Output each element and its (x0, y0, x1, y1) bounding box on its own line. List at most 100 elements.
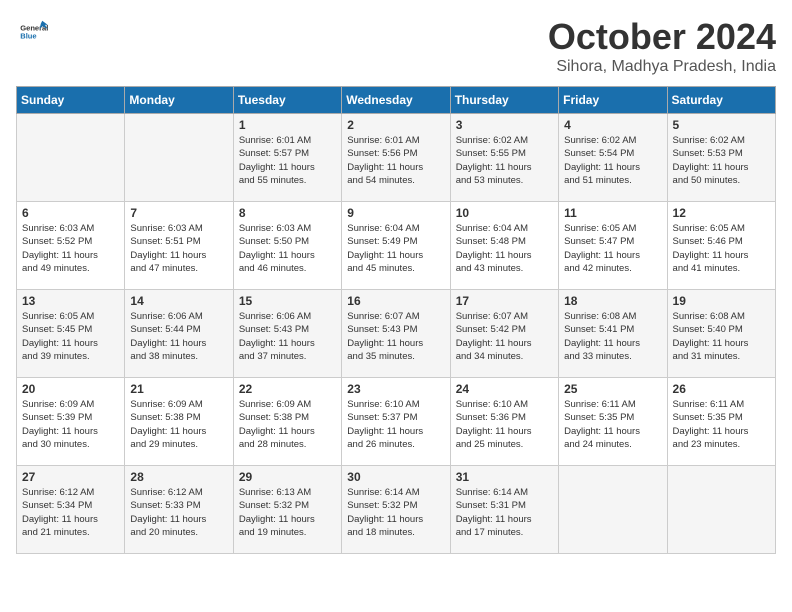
day-number: 6 (22, 206, 119, 220)
day-info: Sunrise: 6:09 AM Sunset: 5:39 PM Dayligh… (22, 398, 119, 451)
title-block: October 2024 Sihora, Madhya Pradesh, Ind… (548, 16, 776, 76)
day-number: 19 (673, 294, 770, 308)
calendar-table: Sunday Monday Tuesday Wednesday Thursday… (16, 86, 776, 554)
day-info: Sunrise: 6:04 AM Sunset: 5:48 PM Dayligh… (456, 222, 553, 275)
day-info: Sunrise: 6:09 AM Sunset: 5:38 PM Dayligh… (130, 398, 227, 451)
day-number: 11 (564, 206, 661, 220)
cell-week2-day5: 11 Sunrise: 6:05 AM Sunset: 5:47 PM Dayli… (559, 202, 667, 290)
day-number: 8 (239, 206, 336, 220)
col-thursday: Thursday (450, 87, 558, 114)
cell-week5-day1: 28 Sunrise: 6:12 AM Sunset: 5:33 PM Dayli… (125, 466, 233, 554)
cell-week4-day2: 22 Sunrise: 6:09 AM Sunset: 5:38 PM Dayli… (233, 378, 341, 466)
cell-week4-day5: 25 Sunrise: 6:11 AM Sunset: 5:35 PM Dayli… (559, 378, 667, 466)
day-info: Sunrise: 6:02 AM Sunset: 5:53 PM Dayligh… (673, 134, 770, 187)
cell-week1-day1 (125, 114, 233, 202)
day-number: 4 (564, 118, 661, 132)
day-number: 17 (456, 294, 553, 308)
day-number: 13 (22, 294, 119, 308)
day-number: 28 (130, 470, 227, 484)
day-info: Sunrise: 6:08 AM Sunset: 5:40 PM Dayligh… (673, 310, 770, 363)
day-info: Sunrise: 6:14 AM Sunset: 5:32 PM Dayligh… (347, 486, 444, 539)
cell-week2-day4: 10 Sunrise: 6:04 AM Sunset: 5:48 PM Dayli… (450, 202, 558, 290)
cell-week3-day6: 19 Sunrise: 6:08 AM Sunset: 5:40 PM Dayli… (667, 290, 775, 378)
day-info: Sunrise: 6:11 AM Sunset: 5:35 PM Dayligh… (564, 398, 661, 451)
cell-week4-day1: 21 Sunrise: 6:09 AM Sunset: 5:38 PM Dayli… (125, 378, 233, 466)
day-info: Sunrise: 6:06 AM Sunset: 5:44 PM Dayligh… (130, 310, 227, 363)
day-info: Sunrise: 6:12 AM Sunset: 5:34 PM Dayligh… (22, 486, 119, 539)
day-number: 12 (673, 206, 770, 220)
cell-week1-day4: 3Sunrise: 6:02 AM Sunset: 5:55 PM Daylig… (450, 114, 558, 202)
day-number: 31 (456, 470, 553, 484)
week-row-5: 27 Sunrise: 6:12 AM Sunset: 5:34 PM Dayli… (17, 466, 776, 554)
day-info: Sunrise: 6:06 AM Sunset: 5:43 PM Dayligh… (239, 310, 336, 363)
cell-week5-day3: 30 Sunrise: 6:14 AM Sunset: 5:32 PM Dayli… (342, 466, 450, 554)
day-info: Sunrise: 6:12 AM Sunset: 5:33 PM Dayligh… (130, 486, 227, 539)
page-header: General Blue October 2024 Sihora, Madhya… (16, 16, 776, 76)
col-sunday: Sunday (17, 87, 125, 114)
cell-week2-day6: 12 Sunrise: 6:05 AM Sunset: 5:46 PM Dayli… (667, 202, 775, 290)
day-number: 25 (564, 382, 661, 396)
day-info: Sunrise: 6:13 AM Sunset: 5:32 PM Dayligh… (239, 486, 336, 539)
cell-week1-day2: 1 Sunrise: 6:01 AM Sunset: 5:57 PM Daylig… (233, 114, 341, 202)
day-number: 21 (130, 382, 227, 396)
day-number: 23 (347, 382, 444, 396)
cell-week5-day5 (559, 466, 667, 554)
day-info: Sunrise: 6:01 AM Sunset: 5:57 PM Dayligh… (239, 134, 336, 187)
title-month: October 2024 (548, 16, 776, 58)
cell-week3-day4: 17 Sunrise: 6:07 AM Sunset: 5:42 PM Dayli… (450, 290, 558, 378)
day-info: Sunrise: 6:10 AM Sunset: 5:37 PM Dayligh… (347, 398, 444, 451)
day-info: Sunrise: 6:10 AM Sunset: 5:36 PM Dayligh… (456, 398, 553, 451)
col-monday: Monday (125, 87, 233, 114)
day-info: Sunrise: 6:02 AM Sunset: 5:54 PM Dayligh… (564, 134, 661, 187)
day-number: 27 (22, 470, 119, 484)
week-row-2: 6Sunrise: 6:03 AM Sunset: 5:52 PM Daylig… (17, 202, 776, 290)
day-number: 14 (130, 294, 227, 308)
day-number: 9 (347, 206, 444, 220)
day-info: Sunrise: 6:01 AM Sunset: 5:56 PM Dayligh… (347, 134, 444, 187)
day-number: 7 (130, 206, 227, 220)
day-number: 29 (239, 470, 336, 484)
day-number: 22 (239, 382, 336, 396)
day-number: 18 (564, 294, 661, 308)
cell-week1-day3: 2 Sunrise: 6:01 AM Sunset: 5:56 PM Daylig… (342, 114, 450, 202)
day-info: Sunrise: 6:07 AM Sunset: 5:43 PM Dayligh… (347, 310, 444, 363)
week-row-4: 20 Sunrise: 6:09 AM Sunset: 5:39 PM Dayli… (17, 378, 776, 466)
day-info: Sunrise: 6:14 AM Sunset: 5:31 PM Dayligh… (456, 486, 553, 539)
cell-week2-day1: 7Sunrise: 6:03 AM Sunset: 5:51 PM Daylig… (125, 202, 233, 290)
logo-icon: General Blue (20, 18, 48, 40)
col-tuesday: Tuesday (233, 87, 341, 114)
col-wednesday: Wednesday (342, 87, 450, 114)
day-info: Sunrise: 6:03 AM Sunset: 5:50 PM Dayligh… (239, 222, 336, 275)
day-number: 2 (347, 118, 444, 132)
day-info: Sunrise: 6:09 AM Sunset: 5:38 PM Dayligh… (239, 398, 336, 451)
days-header-row: Sunday Monday Tuesday Wednesday Thursday… (17, 87, 776, 114)
cell-week4-day0: 20 Sunrise: 6:09 AM Sunset: 5:39 PM Dayli… (17, 378, 125, 466)
cell-week1-day5: 4 Sunrise: 6:02 AM Sunset: 5:54 PM Daylig… (559, 114, 667, 202)
day-info: Sunrise: 6:02 AM Sunset: 5:55 PM Dayligh… (456, 134, 553, 187)
day-info: Sunrise: 6:11 AM Sunset: 5:35 PM Dayligh… (673, 398, 770, 451)
day-info: Sunrise: 6:05 AM Sunset: 5:45 PM Dayligh… (22, 310, 119, 363)
cell-week5-day6 (667, 466, 775, 554)
cell-week3-day5: 18 Sunrise: 6:08 AM Sunset: 5:41 PM Dayli… (559, 290, 667, 378)
day-number: 20 (22, 382, 119, 396)
day-number: 16 (347, 294, 444, 308)
cell-week2-day3: 9 Sunrise: 6:04 AM Sunset: 5:49 PM Daylig… (342, 202, 450, 290)
cell-week5-day2: 29 Sunrise: 6:13 AM Sunset: 5:32 PM Dayli… (233, 466, 341, 554)
day-info: Sunrise: 6:07 AM Sunset: 5:42 PM Dayligh… (456, 310, 553, 363)
day-number: 1 (239, 118, 336, 132)
day-number: 26 (673, 382, 770, 396)
cell-week3-day1: 14 Sunrise: 6:06 AM Sunset: 5:44 PM Dayli… (125, 290, 233, 378)
day-info: Sunrise: 6:08 AM Sunset: 5:41 PM Dayligh… (564, 310, 661, 363)
cell-week2-day2: 8 Sunrise: 6:03 AM Sunset: 5:50 PM Daylig… (233, 202, 341, 290)
day-info: Sunrise: 6:04 AM Sunset: 5:49 PM Dayligh… (347, 222, 444, 275)
cell-week1-day6: 5 Sunrise: 6:02 AM Sunset: 5:53 PM Daylig… (667, 114, 775, 202)
day-number: 10 (456, 206, 553, 220)
day-number: 5 (673, 118, 770, 132)
logo: General Blue (16, 16, 48, 40)
week-row-1: 1 Sunrise: 6:01 AM Sunset: 5:57 PM Daylig… (17, 114, 776, 202)
day-number: 24 (456, 382, 553, 396)
day-number: 30 (347, 470, 444, 484)
cell-week3-day3: 16 Sunrise: 6:07 AM Sunset: 5:43 PM Dayli… (342, 290, 450, 378)
day-info: Sunrise: 6:05 AM Sunset: 5:47 PM Dayligh… (564, 222, 661, 275)
day-info: Sunrise: 6:05 AM Sunset: 5:46 PM Dayligh… (673, 222, 770, 275)
